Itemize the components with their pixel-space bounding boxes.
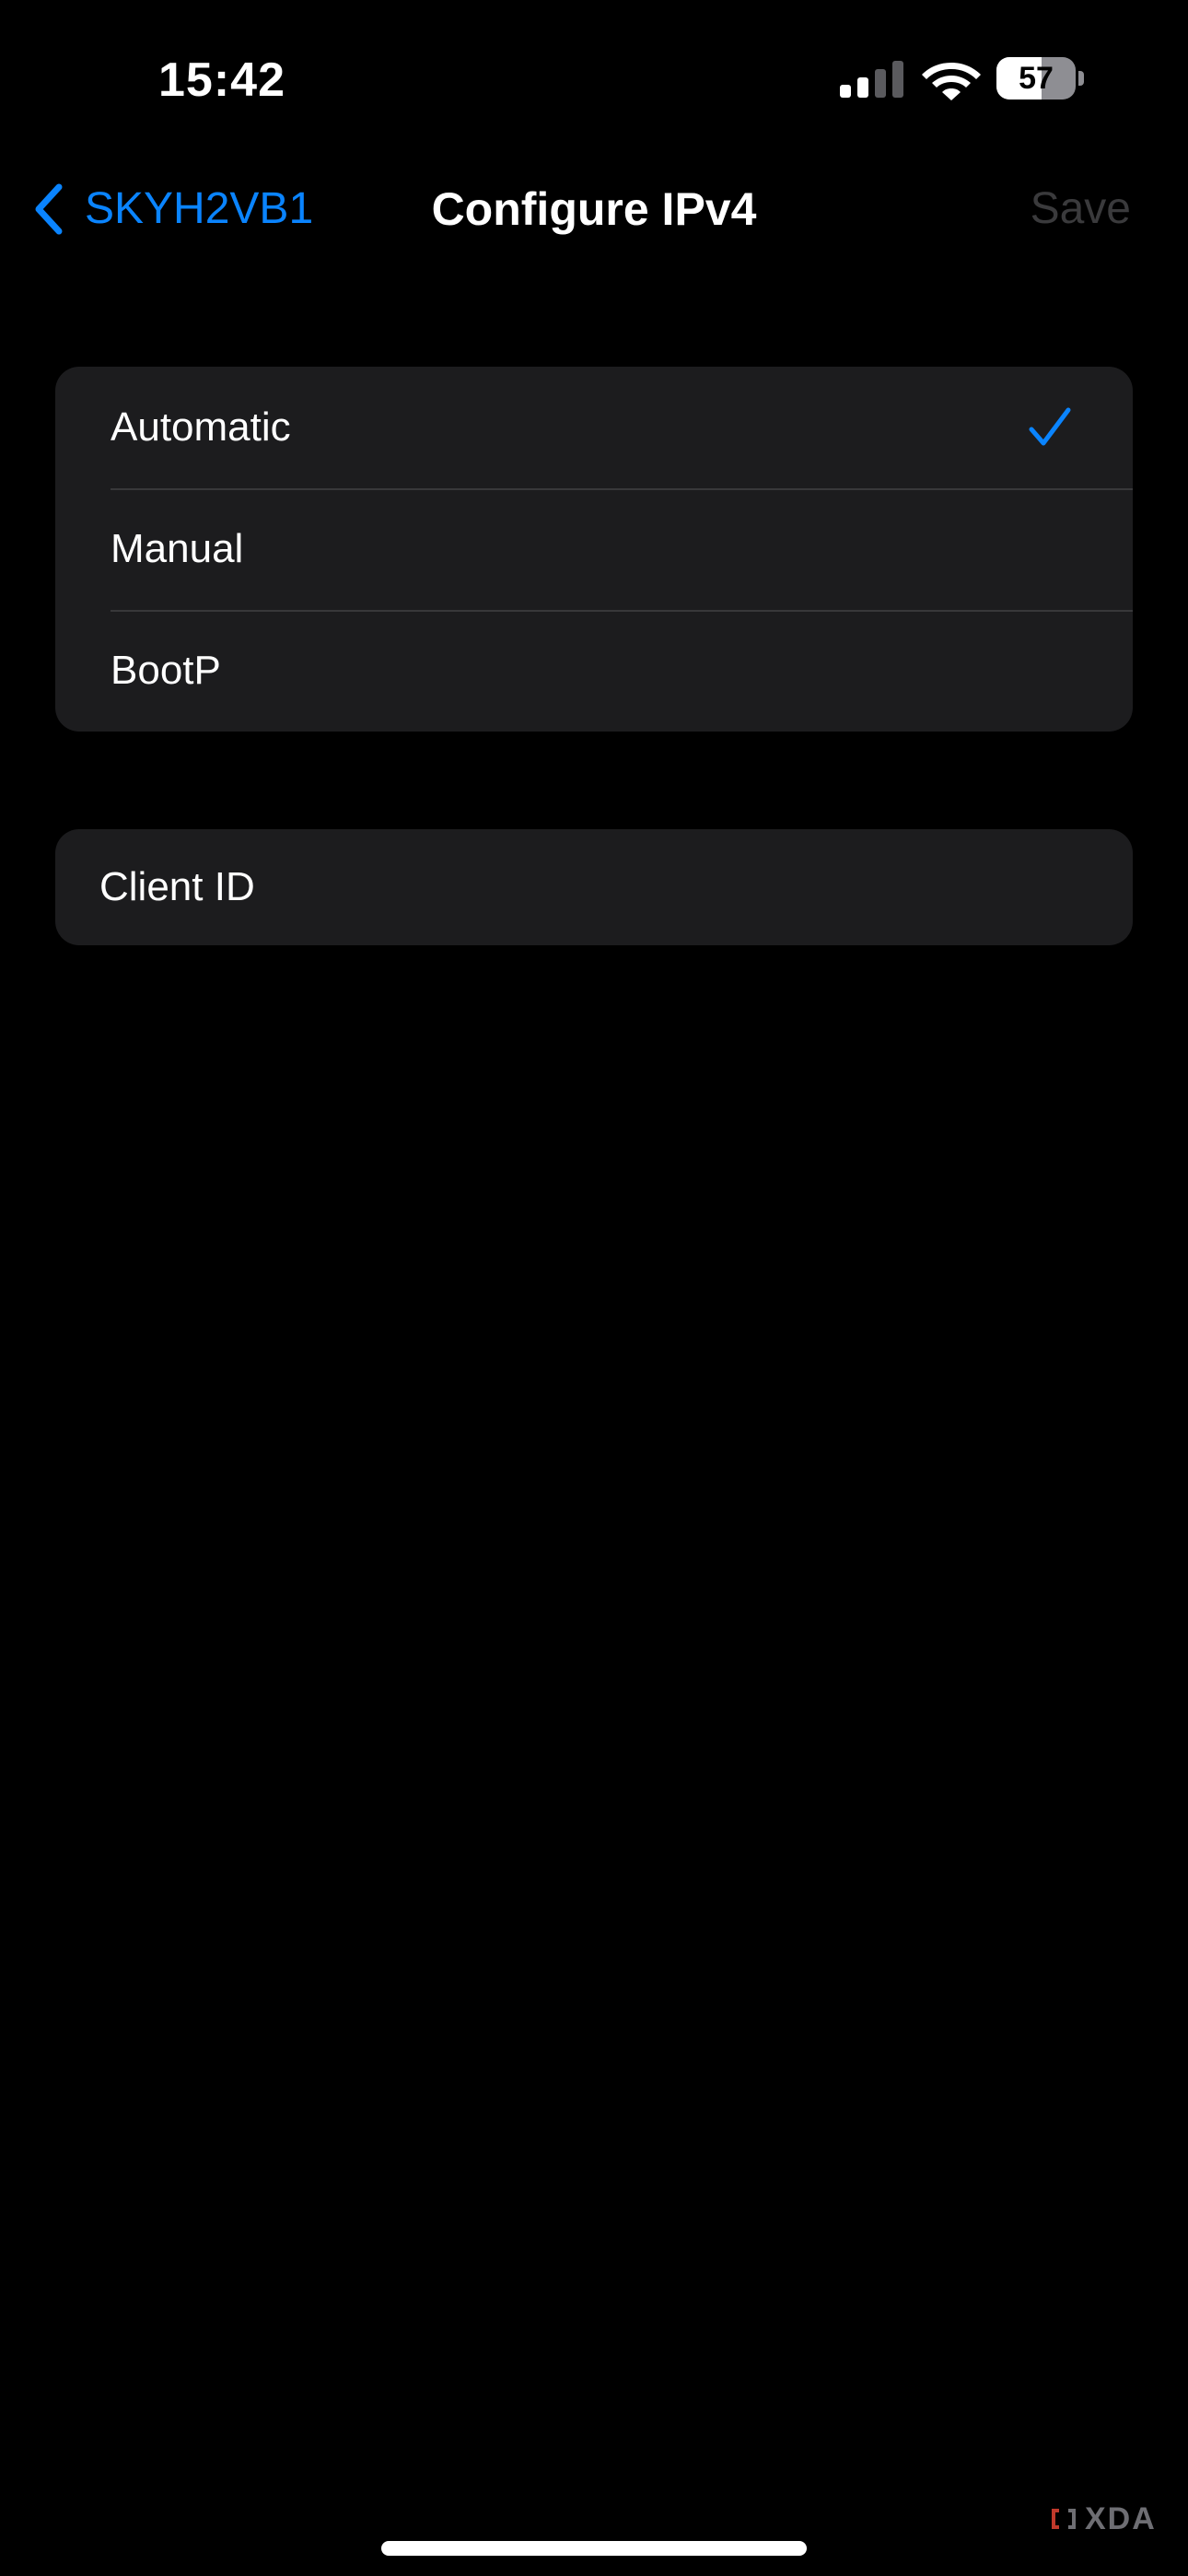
option-manual[interactable]: Manual: [55, 488, 1133, 610]
client-id-input[interactable]: [99, 829, 1094, 945]
chevron-left-icon: [35, 183, 63, 235]
client-id-cell: [55, 829, 1133, 945]
signal-icon: [840, 61, 903, 98]
xda-logo-icon: [1052, 2509, 1076, 2529]
battery-percent: 57: [1019, 61, 1054, 96]
ipv4-options-list: Automatic Manual BootP: [55, 367, 1133, 732]
battery-icon: 57: [996, 57, 1085, 100]
option-label: BootP: [111, 648, 221, 693]
back-button[interactable]: SKYH2VB1: [31, 175, 313, 243]
wifi-icon: [922, 63, 981, 100]
watermark-text: XDA: [1085, 2501, 1157, 2536]
option-label: Manual: [111, 526, 244, 571]
status-time: 15:42: [158, 53, 285, 107]
xda-watermark: XDA: [1048, 2500, 1157, 2537]
option-automatic[interactable]: Automatic: [55, 367, 1133, 488]
option-bootp[interactable]: BootP: [55, 610, 1133, 732]
checkmark-icon: [1029, 407, 1071, 446]
save-button[interactable]: Save: [1031, 175, 1131, 243]
home-indicator[interactable]: [381, 2541, 807, 2556]
back-label: SKYH2VB1: [85, 184, 314, 233]
option-label: Automatic: [111, 404, 291, 450]
